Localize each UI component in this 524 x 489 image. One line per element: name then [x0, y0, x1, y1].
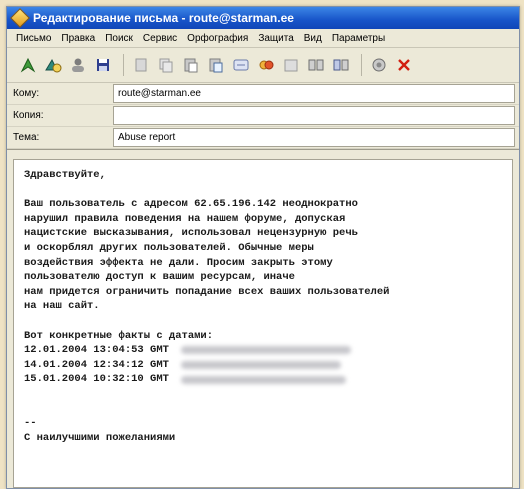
title-bar: Редактирование письма - route@starman.ee	[7, 7, 519, 29]
attach-icon	[259, 60, 274, 70]
attach-button[interactable]	[255, 54, 277, 76]
menu-letter[interactable]: Письмо	[11, 33, 56, 44]
menu-options[interactable]: Параметры	[327, 33, 390, 44]
fact-line: 14.01.2004 12:34:12 GMT	[24, 358, 502, 373]
redacted-text	[180, 361, 341, 370]
reply-button[interactable]	[230, 54, 252, 76]
message-body[interactable]: Здравствуйте, Ваш пользователь с адресом…	[13, 159, 513, 488]
address-book-button[interactable]	[67, 54, 89, 76]
header-fields: Кому: route@starman.ee Копия: Тема: Abus…	[7, 83, 519, 150]
save-icon	[97, 59, 109, 71]
cut-icon	[135, 58, 147, 72]
menu-bar: Письмо Правка Поиск Сервис Орфография За…	[7, 29, 519, 48]
toolbar	[7, 48, 519, 83]
menu-tools[interactable]: Сервис	[138, 33, 182, 44]
delete-icon	[398, 59, 410, 71]
paste-special-icon	[209, 58, 223, 73]
fact-timestamp: 14.01.2004 12:34:12 GMT	[24, 358, 169, 371]
insert-button[interactable]	[280, 54, 302, 76]
compose-window: Редактирование письма - route@starman.ee…	[6, 6, 520, 489]
toolbar-separator	[123, 54, 124, 76]
app-icon	[10, 8, 30, 28]
window-title: Редактирование письма - route@starman.ee	[33, 11, 294, 25]
menu-edit[interactable]: Правка	[56, 33, 100, 44]
body-line: нам придется ограничить попадание всех в…	[24, 285, 390, 298]
subject-field[interactable]: Abuse report	[113, 128, 515, 147]
facts-header: Вот конкретные факты с датами:	[24, 329, 214, 342]
cut-button[interactable]	[130, 54, 152, 76]
send-later-icon	[45, 58, 62, 73]
address-book-icon	[72, 58, 84, 72]
send-button[interactable]	[17, 54, 39, 76]
menu-view[interactable]: Вид	[299, 33, 327, 44]
paste-button[interactable]	[180, 54, 202, 76]
paste-special-button[interactable]	[205, 54, 227, 76]
delete-button[interactable]	[393, 54, 415, 76]
copy-icon	[159, 58, 173, 73]
send-later-button[interactable]	[42, 54, 64, 76]
insert-icon	[284, 59, 298, 72]
body-line: пользователю доступ к вашим ресурсам, ин…	[24, 271, 295, 284]
subject-label: Тема:	[13, 132, 40, 143]
signature-line: С наилучшими пожеланиями	[24, 431, 176, 444]
cc-label: Копия:	[13, 110, 44, 121]
to-row: Кому: route@starman.ee	[7, 83, 519, 105]
format-alt-button[interactable]	[330, 54, 352, 76]
subject-row: Тема: Abuse report	[7, 127, 519, 149]
format-alt-icon	[333, 59, 349, 71]
to-field[interactable]: route@starman.ee	[113, 84, 515, 103]
toolbar-separator	[361, 54, 362, 76]
send-icon	[20, 57, 36, 73]
body-line: нарушил правила поведения на нашем форум…	[24, 212, 346, 225]
save-button[interactable]	[92, 54, 114, 76]
body-line: воздействия эффекта не дали. Просим закр…	[24, 256, 333, 269]
format-button[interactable]	[305, 54, 327, 76]
signature-separator: --	[24, 417, 37, 430]
body-line: нацистские высказывания, использовал нец…	[24, 227, 358, 240]
copy-button[interactable]	[155, 54, 177, 76]
encrypt-button[interactable]	[368, 54, 390, 76]
cc-row: Копия:	[7, 105, 519, 127]
greeting-line: Здравствуйте,	[24, 169, 106, 181]
to-label: Кому:	[13, 88, 40, 99]
fact-line: 15.01.2004 10:32:10 GMT	[24, 372, 502, 387]
menu-search[interactable]: Поиск	[100, 33, 138, 44]
menu-spelling[interactable]: Орфография	[182, 33, 253, 44]
paste-icon	[184, 58, 198, 73]
body-line: на наш сайт.	[24, 300, 100, 313]
body-line: и оскорблял других пользователей. Обычны…	[24, 241, 314, 254]
cc-field[interactable]	[113, 106, 515, 125]
encrypt-icon	[372, 58, 386, 72]
format-icon	[308, 59, 324, 71]
fact-timestamp: 12.01.2004 13:04:53 GMT	[24, 344, 169, 357]
menu-security[interactable]: Защита	[253, 33, 298, 44]
body-line: Ваш пользователь с адресом 62.65.196.142…	[24, 198, 358, 211]
fact-timestamp: 15.01.2004 10:32:10 GMT	[24, 373, 169, 386]
reply-icon	[233, 59, 249, 71]
redacted-text	[180, 375, 346, 384]
redacted-text	[180, 346, 351, 355]
fact-line: 12.01.2004 13:04:53 GMT	[24, 343, 502, 358]
